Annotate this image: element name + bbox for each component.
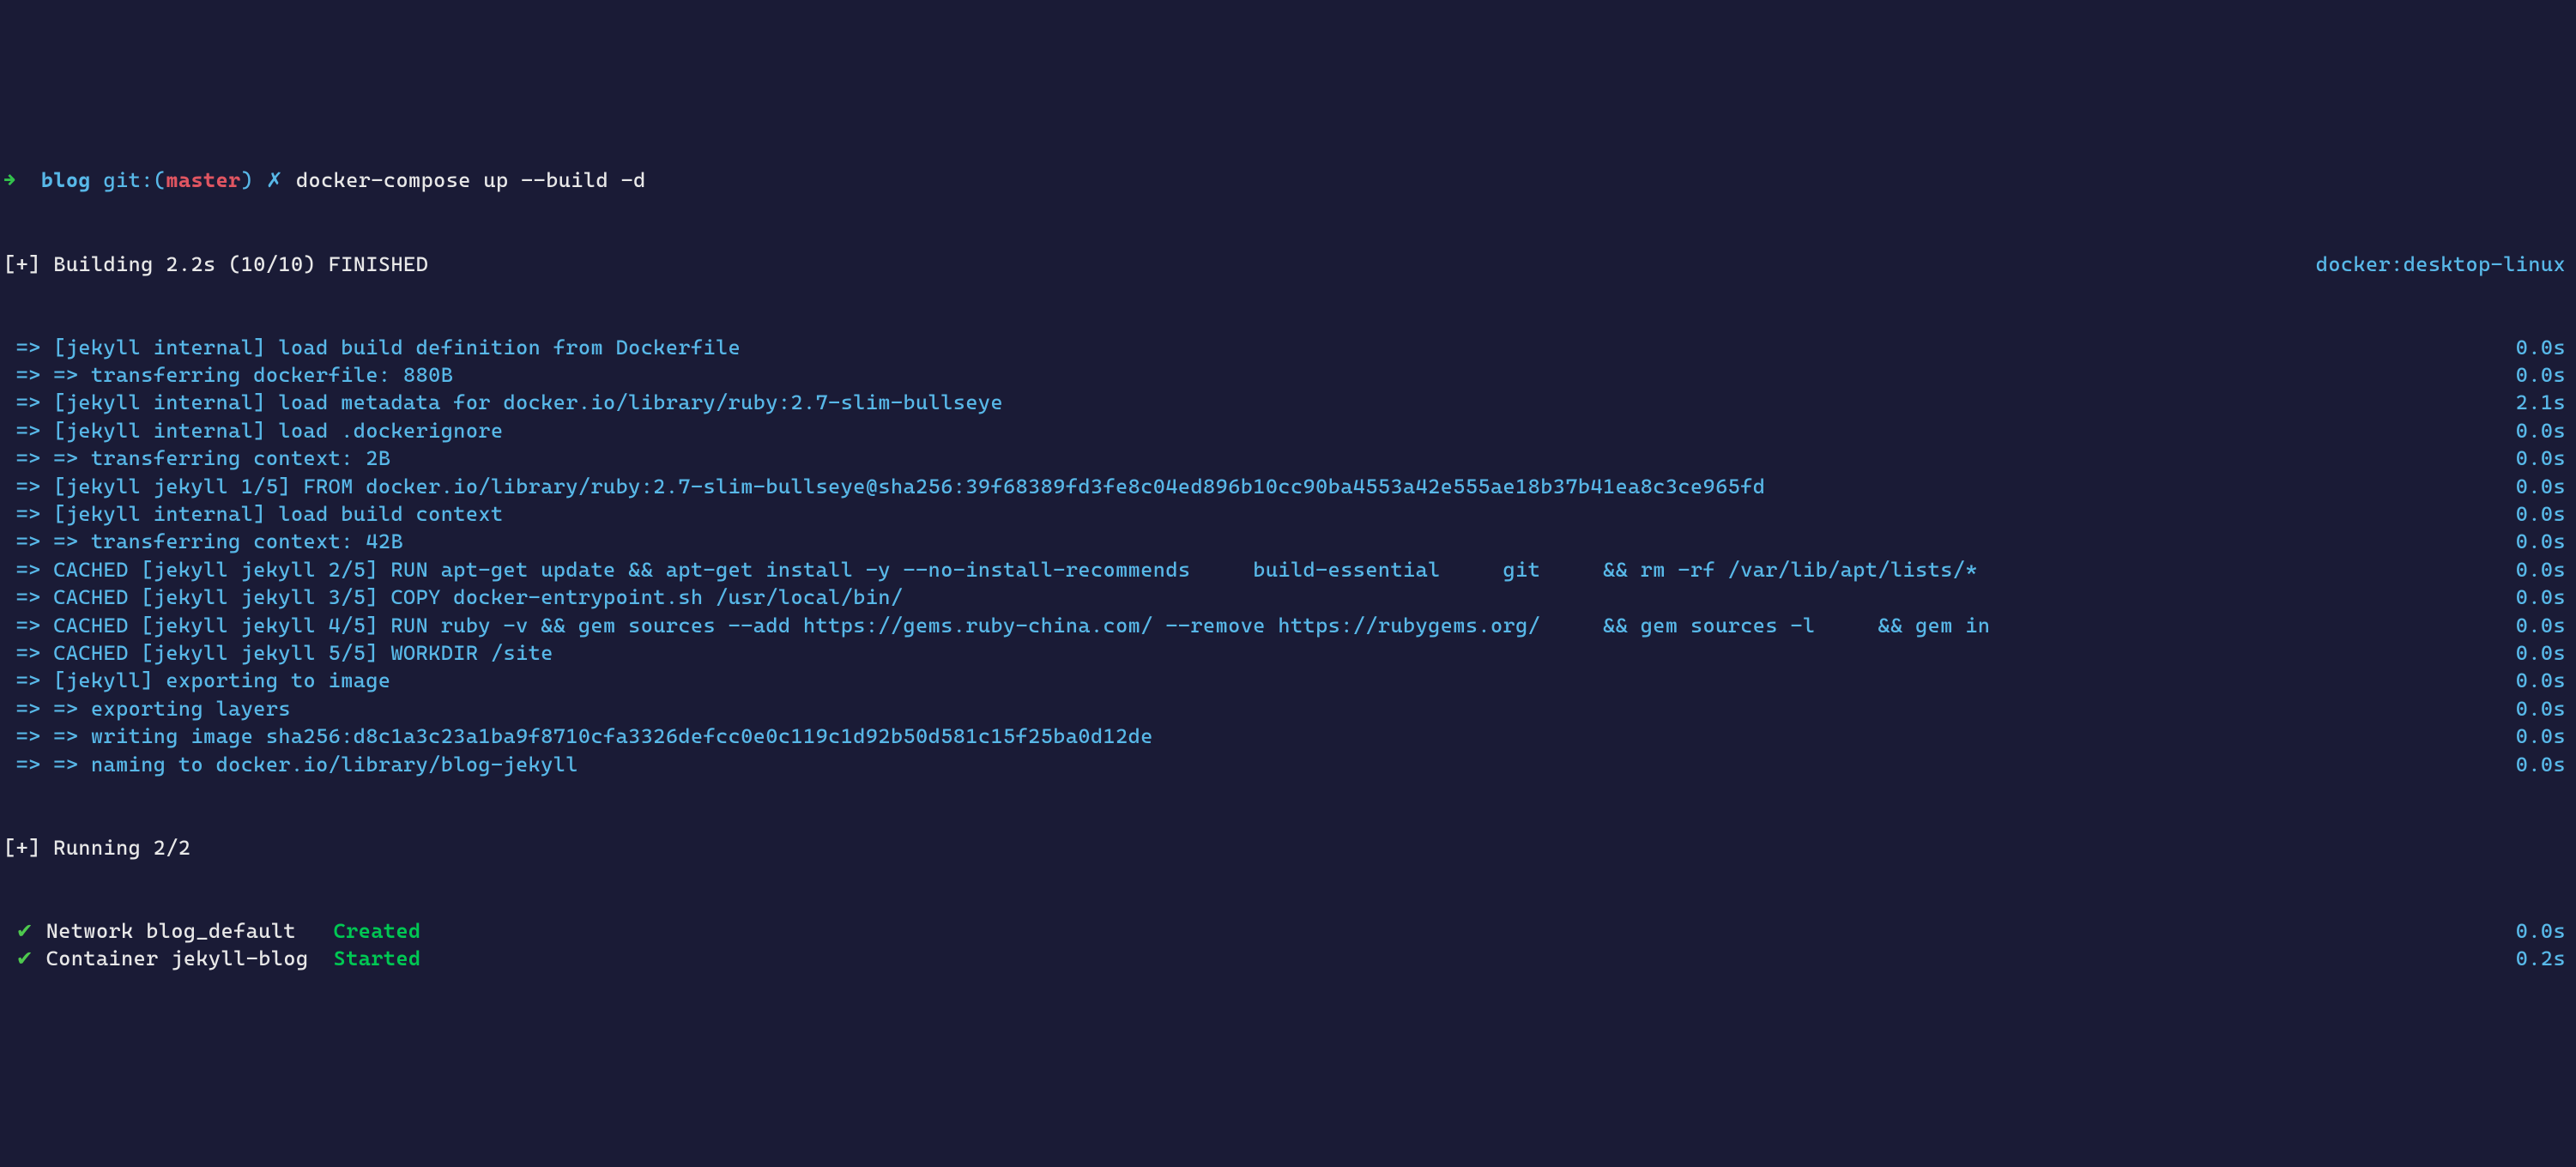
check-icon: ✔ [16,919,34,943]
build-step: => CACHED [jekyll jekyll 2/5] RUN apt-ge… [3,556,2573,584]
build-step-text: => CACHED [jekyll jekyll 4/5] RUN ruby -… [3,612,1990,639]
result-status: Started [334,946,421,970]
build-step: => => transferring context: 42B 0.0s [3,528,2573,555]
build-step-time: 2.1s [2516,389,2573,416]
build-step-text: => => transferring context: 42B [3,528,403,555]
build-step: => => naming to docker.io/library/blog-j… [3,751,2573,778]
build-step-time: 0.0s [2516,612,2573,639]
build-step: => [jekyll internal] load metadata for d… [3,389,2573,416]
build-step-time: 0.0s [2516,695,2573,723]
git-branch: master [166,168,240,192]
build-step-text: => [jekyll internal] load metadata for d… [3,389,1003,416]
build-step: => => writing image sha256:d8c1a3c23a1ba… [3,723,2573,750]
build-step-time: 0.0s [2516,473,2573,500]
terminal-output: → blog git:(master) ✗ docker-compose up … [3,112,2573,1029]
build-step: => [jekyll] exporting to image 0.0s [3,667,2573,694]
build-step-time: 0.0s [2516,584,2573,611]
build-step-text: => => exporting layers [3,695,291,723]
build-step: => => transferring context: 2B 0.0s [3,444,2573,472]
prompt-arrow-icon: → [3,168,16,192]
result-status: Created [334,919,421,943]
build-step-time: 0.0s [2516,723,2573,750]
command-text: docker-compose up --build -d [296,168,646,192]
build-step: => CACHED [jekyll jekyll 4/5] RUN ruby -… [3,612,2573,639]
build-step-text: => [jekyll internal] load build context [3,500,504,528]
build-context: docker:desktop-linux [2316,251,2573,278]
prompt-dir: blog [41,168,91,192]
build-step: => CACHED [jekyll jekyll 5/5] WORKDIR /s… [3,639,2573,667]
run-results: ✔ Network blog_default Created 0.0s ✔ Con… [3,917,2573,973]
result-row: ✔ Network blog_default Created 0.0s [3,917,2573,945]
prompt-line[interactable]: → blog git:(master) ✗ docker-compose up … [3,166,2573,194]
running-header-text: [+] Running 2/2 [3,834,190,862]
result-time: 0.2s [2516,945,2573,972]
build-step-time: 0.0s [2516,500,2573,528]
build-step-text: => => transferring context: 2B [3,444,390,472]
build-step-time: 0.0s [2516,556,2573,584]
build-steps: => [jekyll internal] load build definiti… [3,334,2573,778]
build-step-text: => [jekyll jekyll 1/5] FROM docker.io/li… [3,473,1765,500]
build-step-time: 0.0s [2516,667,2573,694]
build-step-text: => [jekyll internal] load build definiti… [3,334,741,361]
build-step-time: 0.0s [2516,444,2573,472]
build-step: => [jekyll internal] load build context 0… [3,500,2573,528]
build-step: => [jekyll internal] load build definiti… [3,334,2573,361]
build-step-time: 0.0s [2516,639,2573,667]
result-time: 0.0s [2516,917,2573,945]
build-step: => [jekyll internal] load .dockerignore 0… [3,417,2573,444]
build-step: => CACHED [jekyll jekyll 3/5] COPY docke… [3,584,2573,611]
build-step: => [jekyll jekyll 1/5] FROM docker.io/li… [3,473,2573,500]
build-step-text: => [jekyll internal] load .dockerignore [3,417,504,444]
build-step-time: 0.0s [2516,751,2573,778]
result-row: ✔ Container jekyll-blog Started 0.2s [3,945,2573,972]
build-step-text: => CACHED [jekyll jekyll 2/5] RUN apt-ge… [3,556,1978,584]
build-step: => => transferring dockerfile: 880B 0.0s [3,361,2573,389]
build-step-time: 0.0s [2516,334,2573,361]
build-step-text: => => writing image sha256:d8c1a3c23a1ba… [3,723,1153,750]
build-step-time: 0.0s [2516,361,2573,389]
build-step-text: => => transferring dockerfile: 880B [3,361,453,389]
build-step-text: => CACHED [jekyll jekyll 3/5] COPY docke… [3,584,904,611]
result-name: Container jekyll-blog [46,946,321,970]
git-label: git:( [104,168,166,192]
result-name: Network blog_default [46,919,321,943]
check-icon: ✔ [16,946,34,970]
git-close: ) [241,168,254,192]
build-step-text: => [jekyll] exporting to image [3,667,390,694]
build-header-left: [+] Building 2.2s (10/10) FINISHED [3,251,428,278]
build-header: [+] Building 2.2s (10/10) FINISHED docke… [3,251,2573,278]
build-step: => => exporting layers 0.0s [3,695,2573,723]
build-step-text: => => naming to docker.io/library/blog-j… [3,751,578,778]
dirty-icon: ✗ [266,168,284,192]
build-step-time: 0.0s [2516,528,2573,555]
build-step-time: 0.0s [2516,417,2573,444]
build-step-text: => CACHED [jekyll jekyll 5/5] WORKDIR /s… [3,639,553,667]
running-header: [+] Running 2/2 [3,834,2573,862]
